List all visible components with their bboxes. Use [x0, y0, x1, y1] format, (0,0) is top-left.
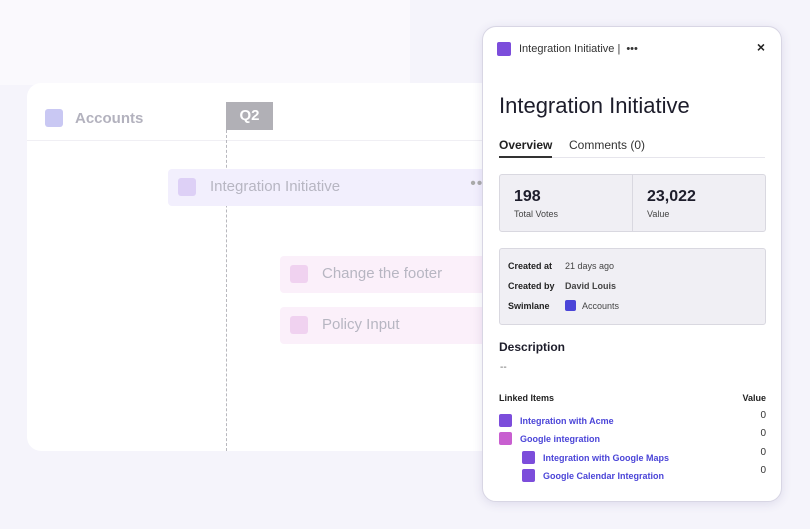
stat-label: Total Votes — [514, 209, 559, 219]
item-color-icon — [522, 451, 535, 464]
bar-label: Policy Input — [322, 316, 400, 333]
quarter-marker[interactable]: Q2 — [226, 102, 273, 130]
roadmap-bar-change-footer[interactable]: Change the footer — [280, 256, 497, 293]
swimlane-label: Swimlane — [508, 300, 550, 311]
stat-total-votes: 198 Total Votes — [500, 175, 632, 231]
swimlane-value: Accounts — [582, 300, 620, 311]
panel-header: Integration Initiative | ••• — [497, 42, 638, 56]
roadmap-board: Accounts Q2 Integration Initiative ••• C… — [27, 83, 497, 451]
close-icon[interactable]: × — [757, 39, 765, 55]
linked-item-name[interactable]: Integration with Acme — [520, 416, 614, 426]
item-color-icon — [499, 414, 512, 427]
linked-item[interactable]: Integration with Google Maps — [522, 451, 669, 464]
item-color-icon — [499, 432, 512, 445]
description-heading: Description — [499, 340, 566, 354]
panel-header-title: Integration Initiative | — [519, 43, 621, 55]
created-at-label: Created at — [508, 261, 553, 271]
linked-item-value: 0 — [760, 465, 766, 476]
linked-item-name[interactable]: Google Calendar Integration — [543, 471, 664, 481]
created-by-link[interactable]: David Louis — [565, 281, 616, 291]
roadmap-bar-policy-input[interactable]: Policy Input — [280, 307, 497, 344]
roadmap-bar-integration-initiative[interactable]: Integration Initiative ••• — [168, 169, 497, 206]
background — [0, 0, 410, 85]
value-header: Value — [742, 393, 766, 403]
metadata-box: Created at 21 days ago Created by David Lo… — [499, 248, 766, 325]
swimlane-label: Accounts — [75, 110, 144, 127]
tab-overview[interactable]: Overview — [499, 138, 553, 158]
tab-comments[interactable]: Comments (0) — [569, 138, 645, 158]
linked-item-value: 0 — [760, 447, 766, 458]
linked-item-value: 0 — [760, 428, 766, 439]
item-color-icon — [497, 42, 511, 56]
created-by-label: Created by — [508, 281, 555, 291]
description-text: -- — [500, 362, 507, 373]
swimlane-color-icon — [45, 109, 63, 127]
bar-label: Change the footer — [322, 265, 443, 282]
page-title: Integration Initiative — [499, 93, 690, 118]
detail-panel: Integration Initiative | ••• × Integrati… — [482, 26, 782, 502]
created-at-value: 21 days ago — [565, 261, 615, 271]
linked-item[interactable]: Google Calendar Integration — [522, 469, 664, 482]
item-color-icon — [290, 316, 308, 334]
stat-value: 198 — [514, 188, 541, 205]
linked-item-name[interactable]: Integration with Google Maps — [543, 453, 669, 463]
bar-label: Integration Initiative — [210, 178, 341, 195]
item-color-icon — [290, 265, 308, 283]
item-color-icon — [522, 469, 535, 482]
swimlane-color-icon — [565, 300, 576, 311]
stat-value-box: 23,022 Value — [632, 175, 765, 231]
item-color-icon — [178, 178, 196, 196]
linked-item[interactable]: Google integration — [499, 432, 600, 445]
more-icon[interactable]: ••• — [626, 43, 638, 55]
stat-value: 23,022 — [647, 188, 696, 205]
linked-item-name[interactable]: Google integration — [520, 434, 600, 444]
linked-item-value: 0 — [760, 410, 766, 421]
stats-box: 198 Total Votes 23,022 Value — [499, 174, 766, 232]
tab-bar: Overview Comments (0) — [499, 138, 765, 158]
linked-item[interactable]: Integration with Acme — [499, 414, 614, 427]
linked-items-header: Linked Items — [499, 393, 555, 403]
stat-label: Value — [647, 209, 670, 219]
